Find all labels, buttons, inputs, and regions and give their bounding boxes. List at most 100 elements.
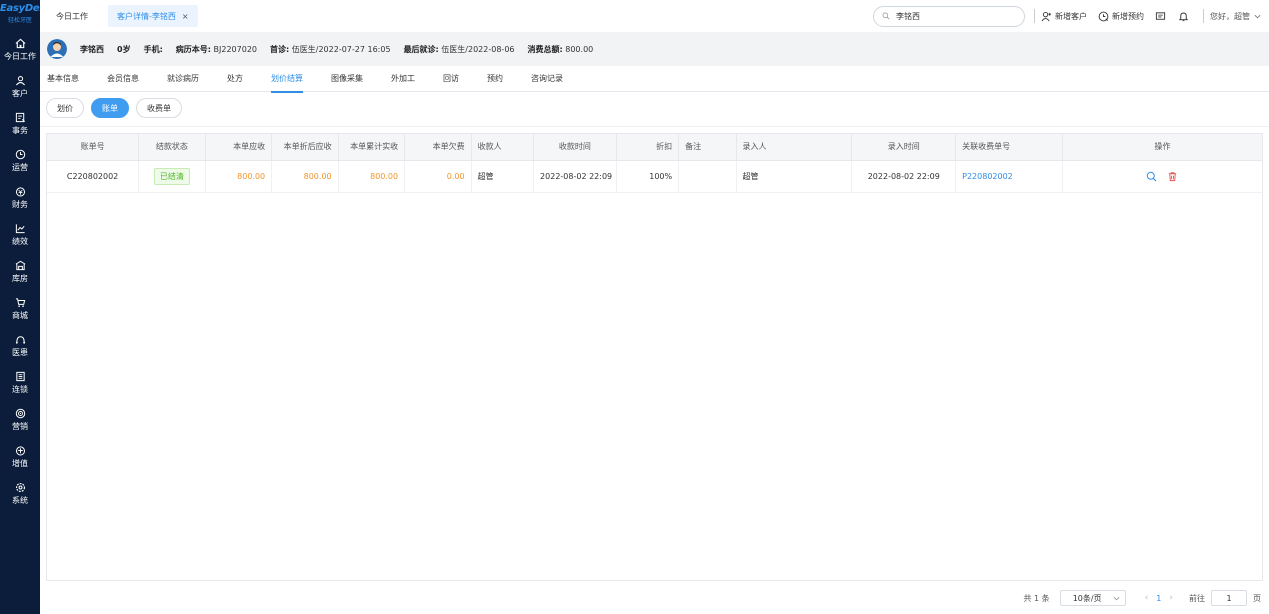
goto-page-input[interactable] bbox=[1211, 590, 1247, 606]
sidebar-item-label: 营销 bbox=[12, 421, 28, 431]
patient-last-visit: 最后就诊: 伍医生/2022-08-06 bbox=[404, 44, 515, 55]
col-entered-by: 录入人 bbox=[736, 134, 853, 161]
sidebar-item-label: 系统 bbox=[12, 495, 28, 505]
cell-actions bbox=[1062, 160, 1262, 193]
cart-icon bbox=[15, 297, 25, 307]
status-badge: 已结清 bbox=[153, 167, 190, 185]
tab-basic-info[interactable]: 基本信息 bbox=[47, 66, 79, 92]
divider bbox=[1203, 9, 1204, 23]
chart-icon bbox=[15, 223, 25, 233]
pill-bill[interactable]: 账单 bbox=[91, 98, 129, 118]
pill-pricing[interactable]: 划价 bbox=[46, 98, 84, 118]
next-page-button[interactable]: › bbox=[1169, 593, 1173, 603]
sidebar-item-customer[interactable]: 客户 bbox=[0, 68, 40, 105]
tab-follow-up[interactable]: 回访 bbox=[443, 66, 459, 92]
total-spend-value: 800.00 bbox=[565, 44, 594, 54]
sidebar-item-doctor-patient[interactable]: 医患 bbox=[0, 327, 40, 364]
sidebar-item-label: 运营 bbox=[12, 162, 28, 172]
patient-name: 李铭西 bbox=[80, 44, 104, 54]
search-input[interactable] bbox=[896, 11, 1006, 21]
top-bar: 今日工作 客户详情-李铭西 × 新增客户 新增预约 您好，超管 bbox=[40, 0, 1269, 32]
sidebar-item-chain[interactable]: 连锁 bbox=[0, 364, 40, 401]
pill-receipt[interactable]: 收费单 bbox=[136, 98, 182, 118]
sidebar-item-label: 商城 bbox=[12, 310, 28, 320]
tab-consult-records[interactable]: 咨询记录 bbox=[531, 66, 563, 92]
col-actions: 操作 bbox=[1062, 134, 1262, 161]
tab-prescription[interactable]: 处方 bbox=[227, 66, 243, 92]
col-related-no: 关联收费单号 bbox=[955, 134, 1063, 161]
close-icon[interactable]: × bbox=[182, 12, 189, 21]
tab-pricing-settlement[interactable]: 划价结算 bbox=[271, 66, 303, 93]
page-size-select[interactable]: 10条/页 bbox=[1059, 590, 1126, 606]
col-bill-no: 账单号 bbox=[47, 134, 140, 161]
search-icon bbox=[882, 12, 890, 20]
last-visit-label: 最后就诊: bbox=[403, 44, 439, 54]
sidebar-item-finance[interactable]: 财务 bbox=[0, 179, 40, 216]
cell-arrears: 0.00 bbox=[404, 160, 472, 193]
page-number-current[interactable]: 1 bbox=[1156, 594, 1161, 603]
message-icon[interactable] bbox=[1155, 11, 1166, 22]
tab-image-capture[interactable]: 图像采集 bbox=[331, 66, 363, 92]
tab-today-work[interactable]: 今日工作 bbox=[56, 11, 88, 22]
sidebar-item-operation[interactable]: 运营 bbox=[0, 142, 40, 179]
sidebar-item-system[interactable]: 系统 bbox=[0, 475, 40, 512]
divider bbox=[1034, 9, 1035, 23]
table-row: C220802002 已结清 800.00 800.00 800.00 0.00… bbox=[47, 160, 1262, 193]
search-icon[interactable] bbox=[1146, 171, 1157, 182]
col-entry-time: 录入时间 bbox=[851, 134, 957, 161]
brand-name: EasyDent bbox=[0, 3, 40, 14]
divider bbox=[40, 126, 1269, 127]
col-received: 本单累计实收 bbox=[338, 134, 406, 161]
chevron-down-icon bbox=[1254, 14, 1261, 18]
tab-external-processing[interactable]: 外加工 bbox=[391, 66, 415, 92]
related-receipt-link[interactable]: P220802002 bbox=[955, 160, 1063, 193]
delete-icon[interactable] bbox=[1167, 171, 1178, 182]
record-no-value: BJ2207020 bbox=[213, 44, 258, 54]
sidebar-item-label: 今日工作 bbox=[4, 51, 36, 61]
cell-discounted: 800.00 bbox=[271, 160, 339, 193]
patient-phone-label: 手机: bbox=[143, 44, 163, 54]
cell-discount: 100% bbox=[616, 160, 680, 193]
col-remark: 备注 bbox=[678, 134, 737, 161]
col-status: 结款状态 bbox=[138, 134, 206, 161]
detail-tabs: 基本信息 会员信息 就诊病历 处方 划价结算 图像采集 外加工 回访 预约 咨询… bbox=[40, 66, 1269, 93]
new-customer-button[interactable]: 新增客户 bbox=[1041, 11, 1087, 22]
gift-icon bbox=[15, 445, 25, 455]
col-discounted: 本单折后应收 bbox=[271, 134, 339, 161]
cell-entered-by: 超管 bbox=[736, 160, 853, 193]
cell-received: 800.00 bbox=[338, 160, 406, 193]
sidebar-item-performance[interactable]: 绩效 bbox=[0, 216, 40, 253]
prev-page-button[interactable]: ‹ bbox=[1145, 593, 1149, 603]
tab-customer-detail[interactable]: 客户详情-李铭西 × bbox=[108, 5, 198, 27]
task-icon bbox=[15, 112, 25, 122]
warehouse-icon bbox=[15, 260, 25, 270]
user-menu[interactable]: 您好，超管 bbox=[1210, 11, 1261, 22]
bell-icon[interactable] bbox=[1178, 11, 1189, 22]
sidebar-item-today[interactable]: 今日工作 bbox=[0, 31, 40, 68]
sidebar-item-marketing[interactable]: 营销 bbox=[0, 401, 40, 438]
row-actions bbox=[1069, 171, 1256, 182]
total-spend-label: 消费总额: bbox=[527, 44, 563, 54]
new-customer-label: 新增客户 bbox=[1055, 11, 1087, 21]
brand-logo[interactable]: EasyDent 轻松牙医 bbox=[0, 0, 40, 31]
sub-view-switch: 划价 账单 收费单 bbox=[46, 98, 189, 118]
table-header: 账单号 结款状态 本单应收 本单折后应收 本单累计实收 本单欠费 收款人 收款时… bbox=[47, 134, 1262, 161]
cell-remark bbox=[678, 160, 737, 193]
patient-age-value: 0岁 bbox=[117, 44, 131, 54]
tab-member-info[interactable]: 会员信息 bbox=[107, 66, 139, 92]
top-right-actions: 新增客户 新增预约 您好，超管 bbox=[873, 0, 1269, 32]
sidebar-item-label: 客户 bbox=[12, 88, 28, 98]
cell-bill-no: C220802002 bbox=[47, 160, 140, 193]
new-appointment-button[interactable]: 新增预约 bbox=[1098, 11, 1144, 22]
sidebar-item-warehouse[interactable]: 库房 bbox=[0, 253, 40, 290]
chain-icon bbox=[15, 371, 25, 381]
settings-icon bbox=[15, 482, 25, 492]
avatar-icon bbox=[47, 39, 67, 59]
sidebar-item-affairs[interactable]: 事务 bbox=[0, 105, 40, 142]
tab-medical-records[interactable]: 就诊病历 bbox=[167, 66, 199, 92]
sidebar-item-value-added[interactable]: 增值 bbox=[0, 438, 40, 475]
new-appointment-label: 新增预约 bbox=[1112, 11, 1144, 21]
tab-appointment[interactable]: 预约 bbox=[487, 66, 503, 92]
search-box[interactable] bbox=[873, 5, 1025, 27]
sidebar-item-mall[interactable]: 商城 bbox=[0, 290, 40, 327]
